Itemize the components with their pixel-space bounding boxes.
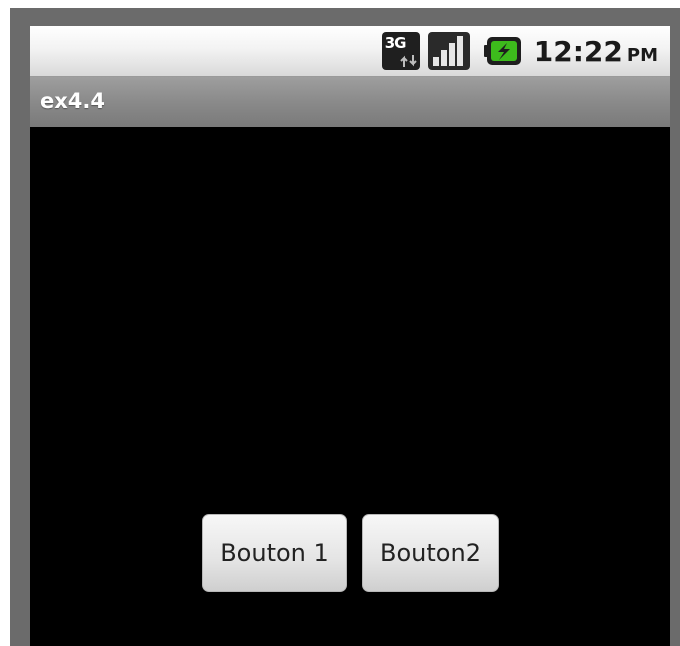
status-icons: 3G 12:22 PM	[381, 26, 658, 76]
clock-time: 12:22	[533, 34, 623, 68]
bouton-1-button[interactable]: Bouton 1	[202, 514, 347, 592]
status-clock: 12:22 PM	[534, 35, 658, 68]
status-bar: 3G 12:22 PM	[30, 26, 670, 77]
signal-strength-icon	[427, 32, 470, 70]
data-arrows-icon	[400, 55, 417, 67]
app-title: ex4.4	[40, 89, 105, 113]
3g-data-icon: 3G	[381, 32, 420, 70]
bouton-2-button[interactable]: Bouton2	[362, 514, 499, 592]
activity-content: Bouton 1 Bouton2	[30, 127, 670, 646]
app-title-bar: ex4.4	[30, 77, 670, 127]
phone-screen: 3G 12:22 PM ex4.4 Bouton 1 Bouton2	[30, 26, 670, 646]
clock-ampm: PM	[626, 44, 658, 66]
battery-charging-icon	[483, 37, 521, 65]
network-type-label: 3G	[384, 34, 407, 52]
